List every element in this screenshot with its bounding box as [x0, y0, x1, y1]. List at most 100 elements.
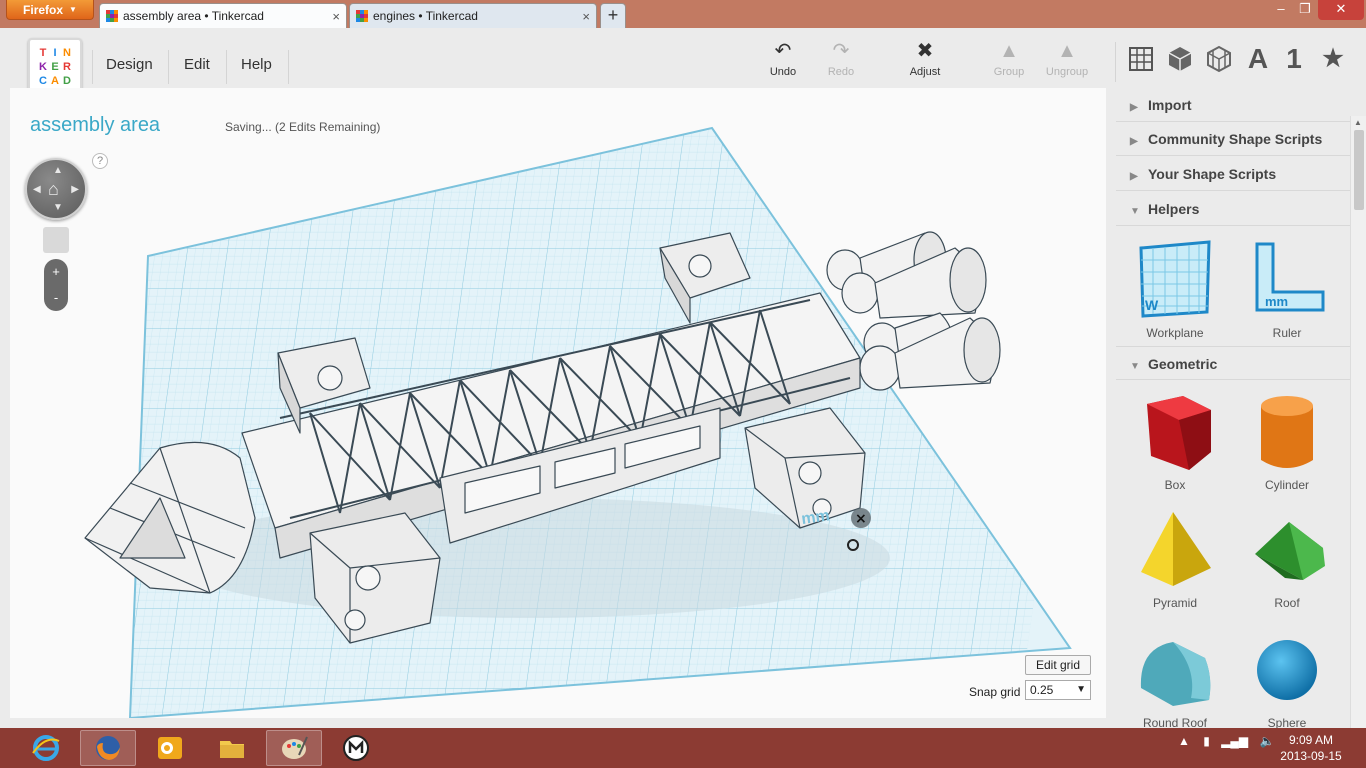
close-window-button[interactable]: ✕: [1318, 0, 1364, 20]
grid-view-icon[interactable]: [1124, 42, 1158, 76]
tab-assembly-area[interactable]: assembly area • Tinkercad ×: [99, 3, 347, 28]
panel-section-import[interactable]: ▶ Import: [1116, 88, 1350, 122]
panel-section-your-shape-scripts[interactable]: ▶ Your Shape Scripts: [1116, 157, 1350, 191]
tinkercad-favicon-icon: [106, 10, 118, 22]
helper-workplane[interactable]: W Workplane: [1120, 238, 1230, 340]
minimize-button[interactable]: –: [1268, 0, 1294, 20]
home-view-icon[interactable]: ⌂: [48, 179, 59, 200]
ruler-glyph: mm: [1265, 294, 1288, 309]
shape-label: Box: [1164, 478, 1186, 492]
svg-text:×: ×: [855, 511, 867, 527]
logo-letter: N: [63, 47, 71, 59]
orthographic-view-icon[interactable]: [43, 227, 69, 253]
tinkercad-favicon-icon: [356, 10, 368, 22]
network-icon[interactable]: ▂▄▆: [1221, 734, 1248, 748]
undo-icon: ↶: [774, 40, 792, 62]
paint-icon[interactable]: [266, 730, 322, 766]
panel-scrollbar[interactable]: ▲: [1350, 116, 1366, 756]
chevron-down-icon: ▼: [1130, 361, 1140, 372]
show-hidden-icons-icon[interactable]: ▲: [1178, 734, 1190, 748]
tab-engines[interactable]: engines • Tinkercad ×: [349, 3, 597, 28]
windows-taskbar: ▲ ▮ ▂▄▆ 🔈 9:09 AM 2013-09-15: [0, 728, 1366, 768]
pyramid-shape-icon: [1141, 512, 1211, 586]
browser-titlebar: Firefox ▼ assembly area • Tinkercad × en…: [0, 0, 1366, 28]
close-tab-icon[interactable]: ×: [332, 9, 340, 24]
design-title[interactable]: assembly area: [30, 114, 160, 137]
makerbot-icon[interactable]: [328, 730, 384, 766]
shape-generators-icon[interactable]: [1202, 42, 1236, 76]
help-icon[interactable]: ?: [92, 153, 108, 169]
group-button[interactable]: ▲ Group: [981, 40, 1037, 78]
outlook-icon[interactable]: [142, 730, 198, 766]
redo-button[interactable]: ↷ Redo: [813, 40, 869, 78]
panel-section-helpers[interactable]: ▼ Helpers: [1116, 192, 1350, 226]
volume-icon[interactable]: 🔈: [1260, 734, 1275, 748]
workplane-glyph: W: [1145, 297, 1159, 313]
group-icon: ▲: [999, 40, 1019, 62]
shape-label: Roof: [1274, 596, 1300, 610]
section-label: Community Shape Scripts: [1148, 131, 1323, 147]
ungroup-button[interactable]: ▲ Ungroup: [1039, 40, 1095, 78]
shape-label: Ruler: [1272, 326, 1302, 340]
design-workspace[interactable]: mm × assembly area Saving... (2 Edits Re…: [10, 88, 1106, 718]
zoom-out-button[interactable]: -: [44, 285, 68, 311]
internet-explorer-icon[interactable]: [18, 730, 74, 766]
workplane-canvas[interactable]: mm ×: [10, 88, 1106, 718]
orbit-left-icon[interactable]: ◀: [33, 184, 41, 195]
zoom-in-button[interactable]: +: [44, 259, 68, 285]
shape-roof[interactable]: Roof: [1232, 508, 1342, 610]
menu-edit[interactable]: Edit: [184, 48, 210, 81]
view-navigation-control[interactable]: ▲ ▼ ◀ ▶ ⌂: [25, 158, 87, 220]
star-icon[interactable]: ★: [1316, 42, 1350, 76]
text-shapes-icon[interactable]: A: [1241, 42, 1275, 76]
shape-cylinder[interactable]: Cylinder: [1232, 390, 1342, 492]
snap-grid-value: 0.25: [1030, 683, 1054, 697]
shape-label: Sphere: [1267, 716, 1307, 728]
menu-divider: [288, 50, 289, 84]
logo-letter: A: [51, 75, 59, 87]
save-status: Saving... (2 Edits Remaining): [225, 120, 381, 134]
zoom-control: + -: [44, 259, 68, 311]
new-tab-button[interactable]: +: [600, 3, 626, 28]
firefox-taskbar-icon[interactable]: [80, 730, 136, 766]
workplane-icon: W: [1139, 240, 1211, 318]
menu-help[interactable]: Help: [241, 48, 272, 81]
battery-icon[interactable]: ▮: [1203, 734, 1210, 748]
shape-label: Workplane: [1146, 326, 1204, 340]
shape-pyramid[interactable]: Pyramid: [1120, 508, 1230, 610]
menu-divider: [226, 50, 227, 84]
menu-design[interactable]: Design: [106, 48, 153, 81]
restore-button[interactable]: ❐: [1292, 0, 1318, 20]
solid-shapes-icon[interactable]: [1163, 42, 1197, 76]
panel-section-community-shape-scripts[interactable]: ▶ Community Shape Scripts: [1116, 122, 1350, 156]
menu-divider: [92, 50, 93, 84]
taskbar-clock[interactable]: 9:09 AM 2013-09-15: [1280, 732, 1342, 764]
number-shapes-icon[interactable]: 1: [1277, 42, 1311, 76]
adjust-button[interactable]: ✖ Adjust: [897, 40, 953, 78]
adjust-label: Adjust: [909, 66, 941, 78]
tinkercad-logo[interactable]: T I N K E R C A D: [28, 38, 82, 92]
orbit-right-icon[interactable]: ▶: [71, 184, 79, 195]
round-roof-shape-icon: [1140, 642, 1211, 706]
orbit-up-icon[interactable]: ▲: [53, 165, 63, 176]
section-label: Import: [1148, 97, 1192, 113]
scrollbar-thumb[interactable]: [1354, 130, 1364, 210]
file-explorer-icon[interactable]: [204, 730, 260, 766]
snap-grid-select[interactable]: 0.25 ▼: [1025, 680, 1091, 700]
panel-section-geometric[interactable]: ▼ Geometric: [1116, 346, 1350, 380]
edit-grid-button[interactable]: Edit grid: [1025, 655, 1091, 675]
clock-time: 9:09 AM: [1288, 733, 1334, 747]
section-label: Helpers: [1148, 201, 1200, 217]
shape-box[interactable]: Box: [1120, 390, 1230, 492]
close-tab-icon[interactable]: ×: [582, 9, 590, 24]
shape-sphere[interactable]: Sphere: [1232, 628, 1342, 728]
shape-round-roof[interactable]: Round Roof: [1120, 628, 1230, 728]
scroll-up-icon[interactable]: ▲: [1354, 118, 1362, 127]
cylinder-shape-icon: [1261, 396, 1313, 468]
firefox-menu-button[interactable]: Firefox ▼: [6, 0, 94, 20]
orbit-down-icon[interactable]: ▼: [53, 202, 63, 213]
undo-button[interactable]: ↶ Undo: [755, 40, 811, 78]
shapes-panel: ▶ Import ▶ Community Shape Scripts ▶ Your S…: [1116, 88, 1350, 728]
chevron-down-icon: ▼: [69, 5, 77, 14]
helper-ruler[interactable]: mm Ruler: [1232, 238, 1342, 340]
